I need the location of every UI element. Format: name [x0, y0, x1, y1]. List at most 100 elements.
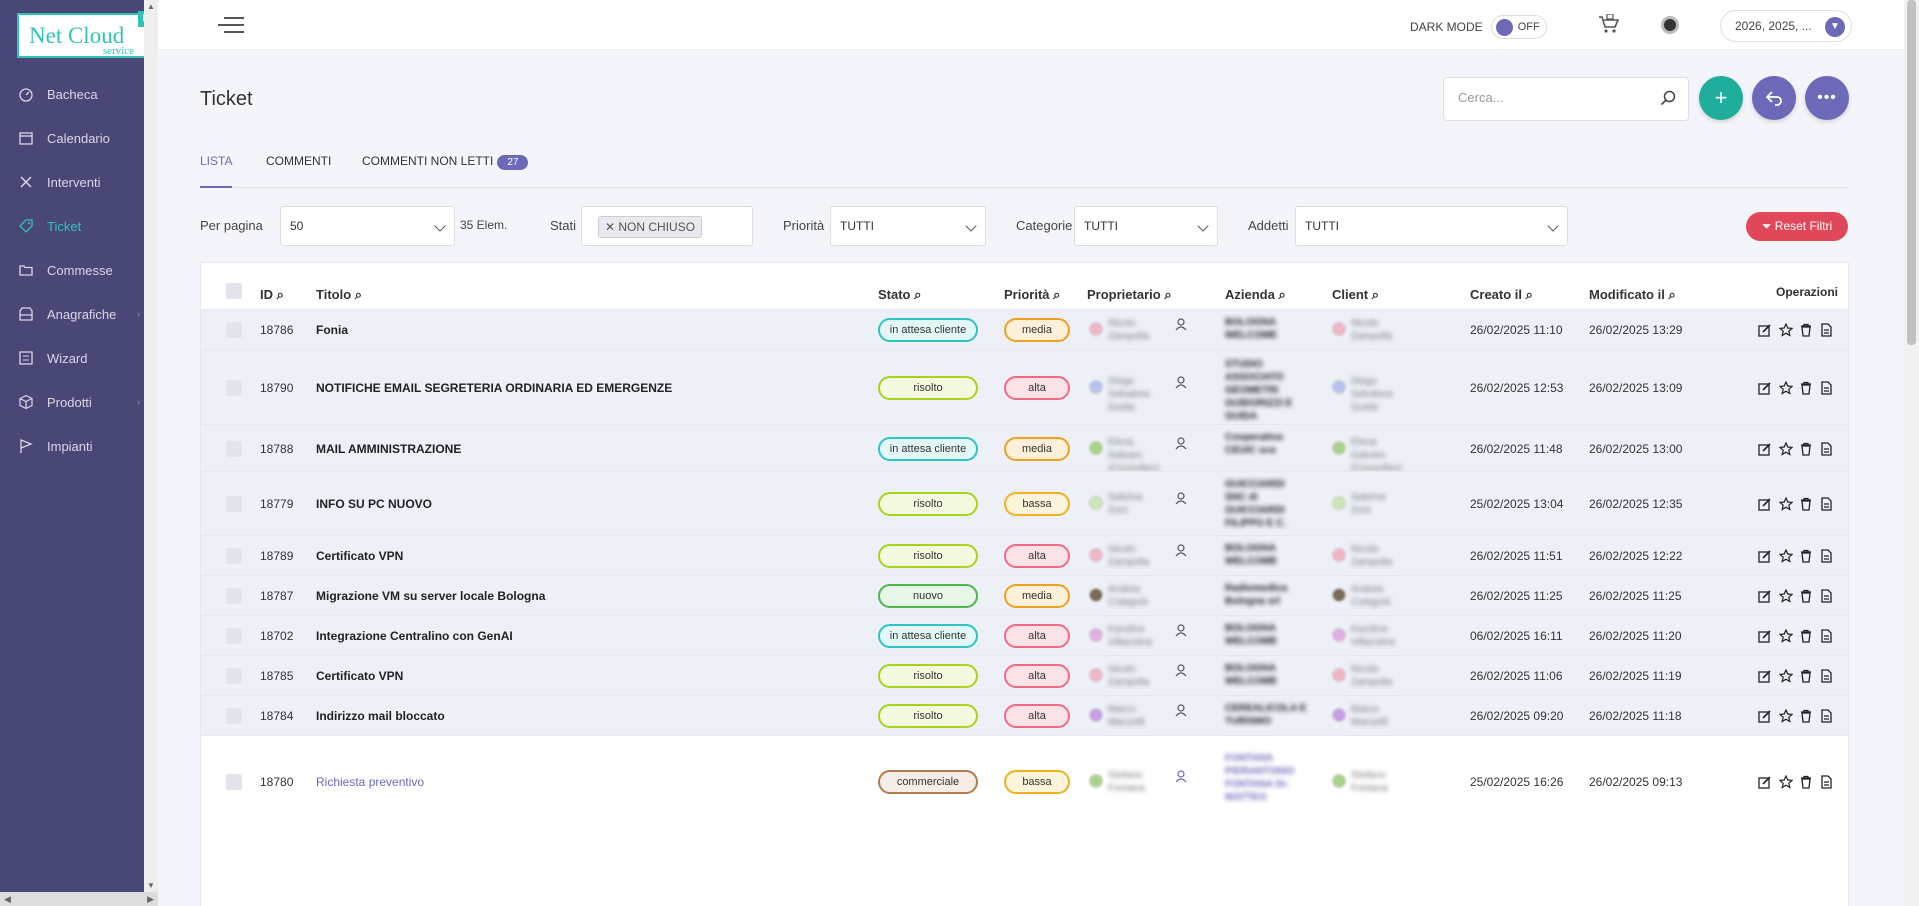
search-icon[interactable]: ⌕: [914, 287, 921, 302]
ticket-title[interactable]: NOTIFICHE EMAIL SEGRETERIA ORDINARIA ED …: [316, 381, 672, 395]
edit-icon[interactable]: [1758, 549, 1772, 563]
ticket-title[interactable]: Certificato VPN: [316, 669, 403, 683]
sidebar-item-calendario[interactable]: Calendario: [0, 116, 158, 160]
reset-filters-button[interactable]: ⏷ Reset Filtri: [1746, 212, 1848, 241]
star-icon[interactable]: [1779, 775, 1793, 789]
stati-select[interactable]: ✕ NON CHIUSO: [581, 206, 753, 246]
year-selector[interactable]: 2026, 2025, ... ▼: [1720, 10, 1852, 42]
column-header-creato-il[interactable]: Creato il ⌕: [1470, 287, 1533, 303]
menu-toggle-icon[interactable]: [218, 17, 244, 35]
document-icon[interactable]: [1819, 709, 1833, 723]
search-icon[interactable]: ⌕: [1278, 287, 1285, 302]
user-avatar[interactable]: [1661, 16, 1679, 34]
row-checkbox[interactable]: [226, 548, 242, 564]
row-checkbox[interactable]: [226, 496, 242, 512]
user-assign-icon[interactable]: [1174, 663, 1188, 677]
trash-icon[interactable]: [1799, 709, 1813, 723]
ticket-title[interactable]: Richiesta preventivo: [316, 775, 424, 789]
row-checkbox[interactable]: [226, 774, 242, 790]
column-header-azienda[interactable]: Azienda ⌕: [1225, 287, 1286, 303]
edit-icon[interactable]: [1758, 497, 1772, 511]
star-icon[interactable]: [1779, 497, 1793, 511]
table-row[interactable]: 18790 NOTIFICHE EMAIL SEGRETERIA ORDINARI…: [201, 349, 1848, 424]
tab-commenti-non-letti[interactable]: COMMENTI NON LETTI 27: [362, 154, 529, 188]
user-assign-icon[interactable]: [1174, 436, 1188, 450]
search-icon[interactable]: ⌕: [1164, 287, 1171, 302]
table-row[interactable]: 18784 Indirizzo mail bloccato risolto alta M…: [201, 695, 1848, 735]
user-assign-icon[interactable]: [1174, 375, 1188, 389]
document-icon[interactable]: [1819, 629, 1833, 643]
column-header-stato[interactable]: Stato ⌕: [878, 287, 921, 303]
tab-commenti[interactable]: COMMENTI: [266, 154, 331, 188]
trash-icon[interactable]: [1799, 775, 1813, 789]
document-icon[interactable]: [1819, 549, 1833, 563]
edit-icon[interactable]: [1758, 629, 1772, 643]
trash-icon[interactable]: [1799, 629, 1813, 643]
sidebar-item-bacheca[interactable]: Bacheca: [0, 72, 158, 116]
dark-mode-toggle[interactable]: OFF: [1490, 15, 1547, 39]
trash-icon[interactable]: [1799, 589, 1813, 603]
addetti-select[interactable]: TUTTI: [1295, 206, 1568, 246]
sidebar-horizontal-scrollbar[interactable]: ◀ ▶: [0, 892, 158, 906]
row-checkbox[interactable]: [226, 322, 242, 338]
document-icon[interactable]: [1819, 442, 1833, 456]
add-ticket-button[interactable]: +: [1699, 76, 1743, 120]
star-icon[interactable]: [1779, 442, 1793, 456]
search-icon[interactable]: ⌕: [1526, 287, 1533, 302]
select-all-checkbox[interactable]: [226, 283, 242, 299]
per-page-select[interactable]: 50: [280, 206, 455, 246]
document-icon[interactable]: [1819, 775, 1833, 789]
tab-lista[interactable]: LISTA: [200, 154, 233, 188]
edit-icon[interactable]: [1758, 775, 1772, 789]
edit-icon[interactable]: [1758, 669, 1772, 683]
row-checkbox[interactable]: [226, 380, 242, 396]
star-icon[interactable]: [1779, 549, 1793, 563]
user-assign-icon[interactable]: [1174, 623, 1188, 637]
document-icon[interactable]: [1819, 497, 1833, 511]
document-icon[interactable]: [1819, 323, 1833, 337]
sidebar-item-prodotti[interactable]: Prodotti ›: [0, 380, 158, 424]
sidebar-scrollbar[interactable]: ▲ ▼: [144, 0, 158, 892]
sidebar-item-interventi[interactable]: Interventi: [0, 160, 158, 204]
row-checkbox[interactable]: [226, 668, 242, 684]
ticket-title[interactable]: Fonia: [316, 323, 348, 337]
search-input[interactable]: [1458, 90, 1648, 105]
more-options-button[interactable]: •••: [1805, 76, 1849, 120]
ticket-title[interactable]: Indirizzo mail bloccato: [316, 709, 445, 723]
table-row[interactable]: 18789 Certificato VPN risolto alta Nicolo Za…: [201, 535, 1848, 575]
trash-icon[interactable]: [1799, 323, 1813, 337]
table-row[interactable]: 18780 Richiesta preventivo commerciale bass…: [201, 735, 1848, 827]
sidebar-item-ticket[interactable]: Ticket: [0, 204, 158, 248]
table-row[interactable]: 18779 INFO SU PC NUOVO risolto bassa Sabrina…: [201, 471, 1848, 535]
user-assign-icon[interactable]: [1174, 769, 1188, 783]
trash-icon[interactable]: [1799, 381, 1813, 395]
row-checkbox[interactable]: [226, 628, 242, 644]
table-row[interactable]: 18786 Fonia in attesa cliente media Nicolo Z…: [201, 309, 1848, 349]
back-button[interactable]: [1752, 76, 1796, 120]
table-row[interactable]: 18787 Migrazione VM su server locale Bolo…: [201, 575, 1848, 615]
user-assign-icon[interactable]: [1174, 703, 1188, 717]
column-header-priorita[interactable]: Priorità ⌕: [1004, 287, 1060, 303]
column-header-modificato-il[interactable]: Modificato il ⌕: [1589, 287, 1676, 303]
search-icon[interactable]: ⌕: [1053, 287, 1060, 302]
row-checkbox[interactable]: [226, 441, 242, 457]
trash-icon[interactable]: [1799, 442, 1813, 456]
sidebar-item-commesse[interactable]: Commesse: [0, 248, 158, 292]
row-checkbox[interactable]: [226, 708, 242, 724]
search-icon[interactable]: ⌕: [277, 287, 284, 302]
edit-icon[interactable]: [1758, 442, 1772, 456]
page-scrollbar[interactable]: [1904, 0, 1919, 906]
edit-icon[interactable]: [1758, 323, 1772, 337]
trash-icon[interactable]: [1799, 497, 1813, 511]
column-header-proprietario[interactable]: Proprietario ⌕: [1087, 287, 1172, 303]
logo[interactable]: Net Cloud service IT: [17, 11, 156, 58]
trash-icon[interactable]: [1799, 549, 1813, 563]
row-checkbox[interactable]: [226, 588, 242, 604]
star-icon[interactable]: [1779, 629, 1793, 643]
cart-icon[interactable]: [1598, 14, 1620, 34]
star-icon[interactable]: [1779, 323, 1793, 337]
ticket-title[interactable]: INFO SU PC NUOVO: [316, 497, 432, 511]
edit-icon[interactable]: [1758, 381, 1772, 395]
user-assign-icon[interactable]: [1174, 543, 1188, 557]
table-row[interactable]: 18788 MAIL AMMINISTRAZIONE in attesa clien…: [201, 424, 1848, 474]
